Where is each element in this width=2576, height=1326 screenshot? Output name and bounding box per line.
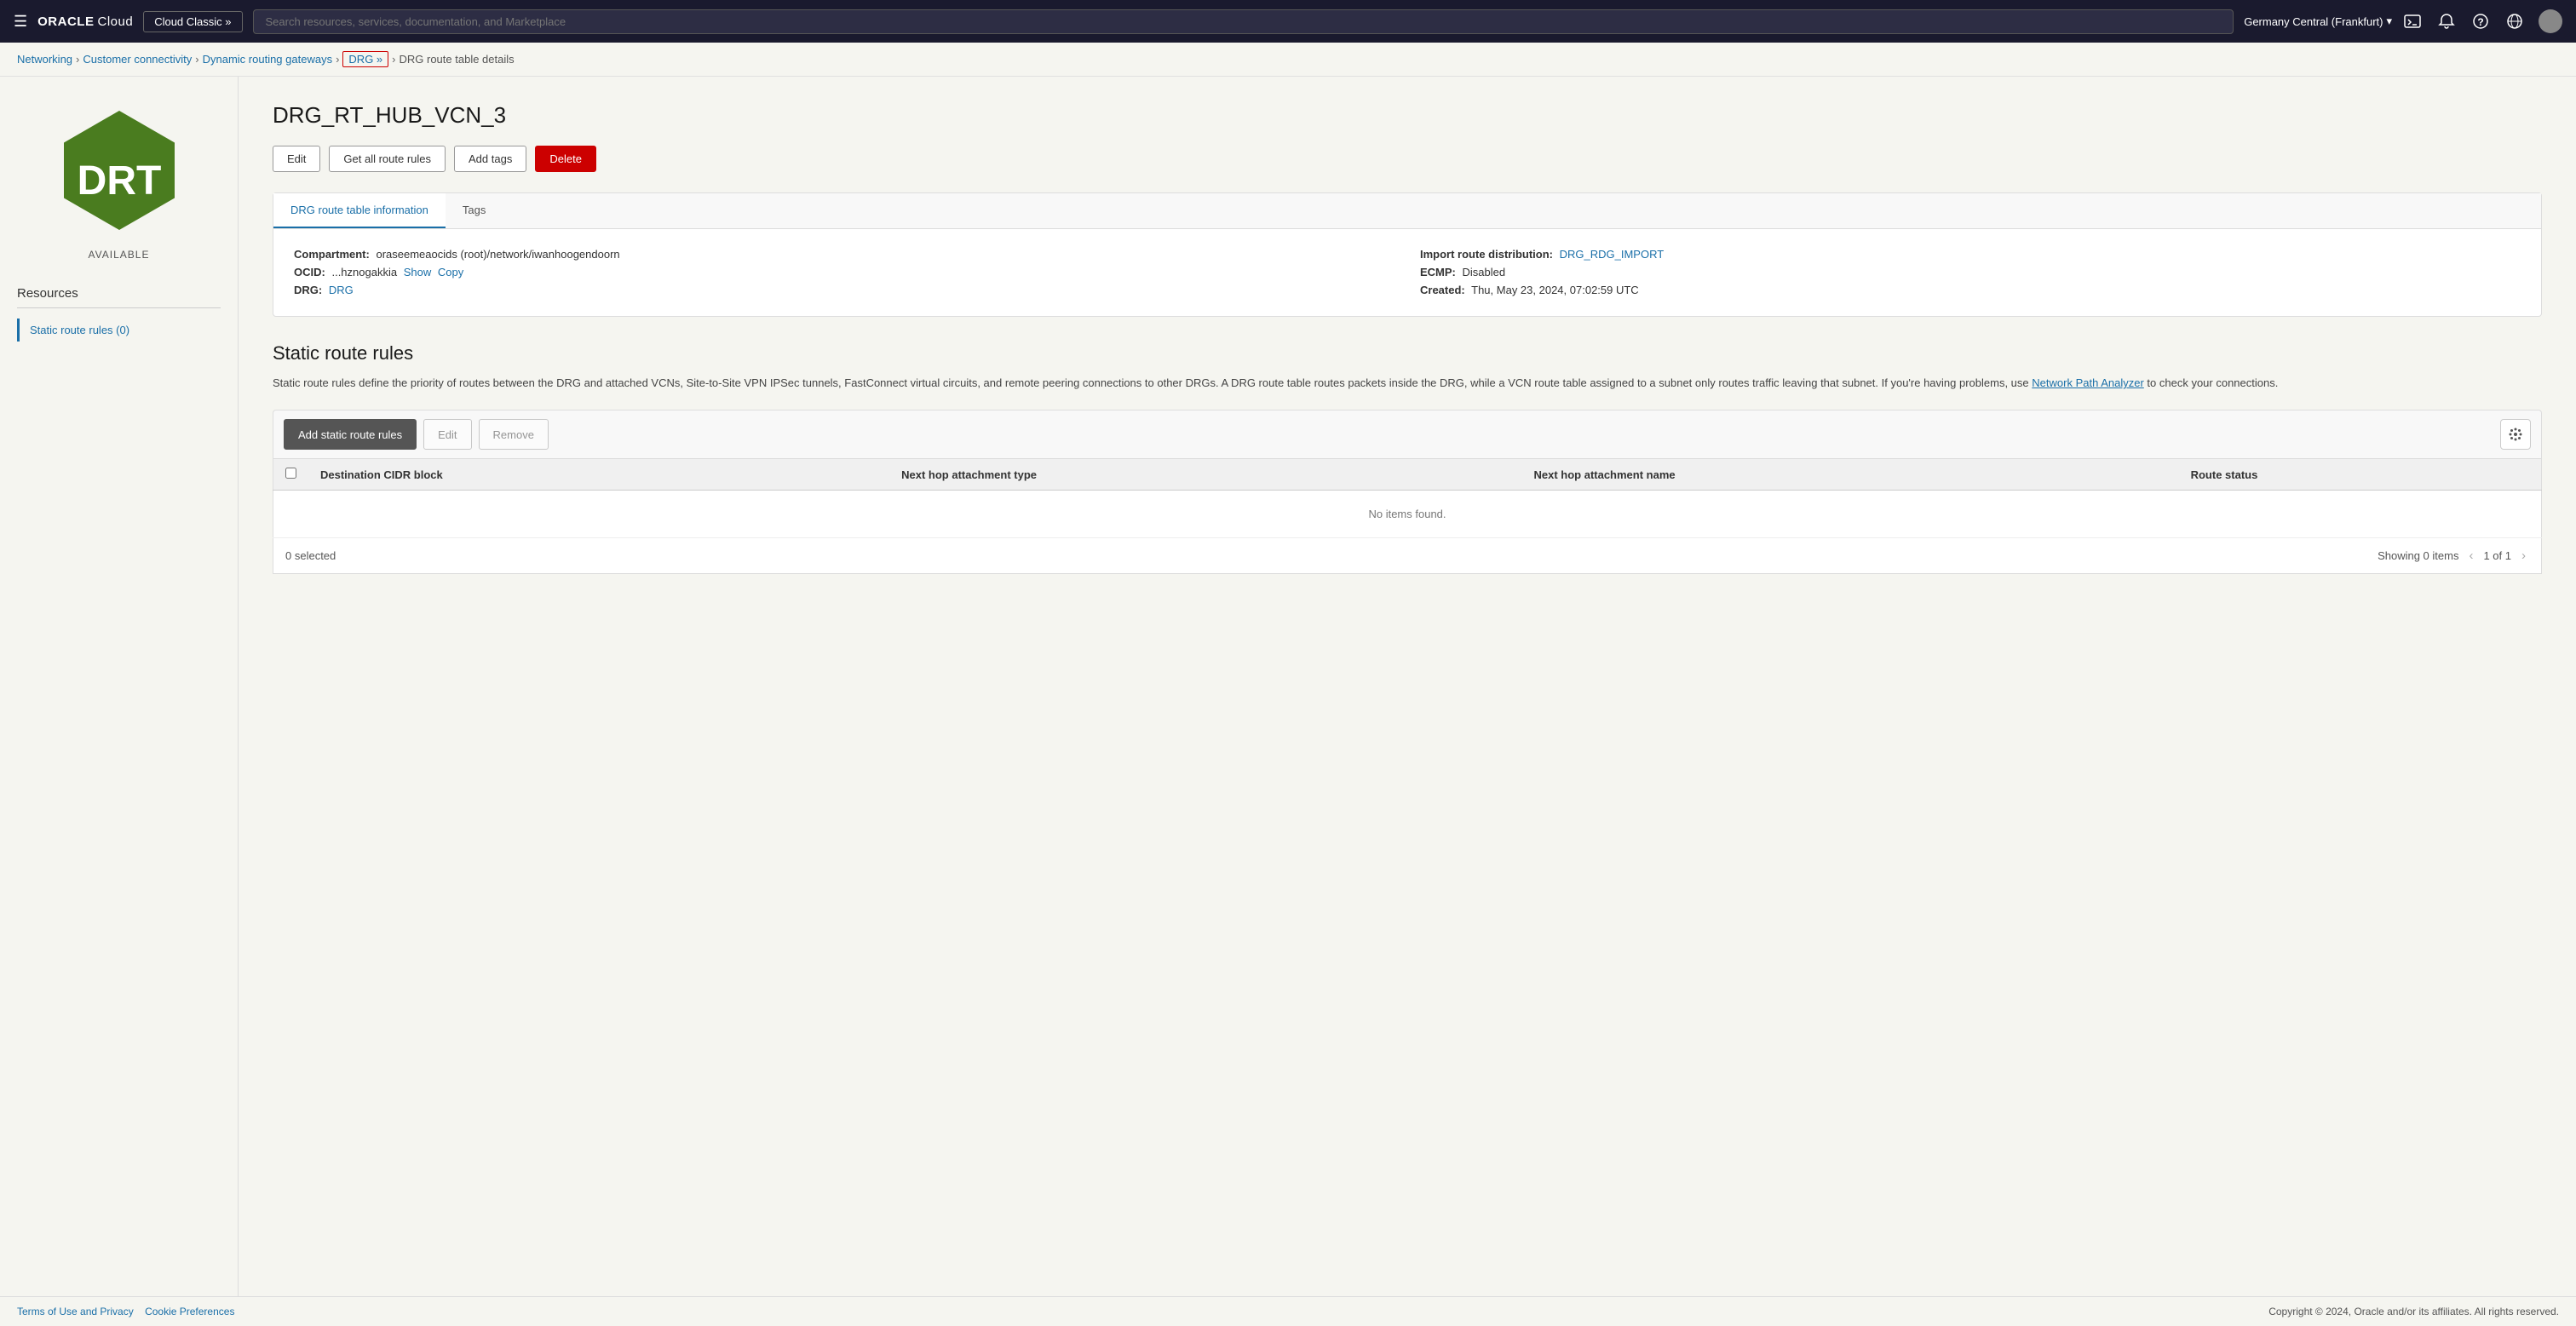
tab-tags[interactable]: Tags [446, 193, 503, 228]
user-avatar[interactable] [2539, 9, 2562, 33]
ecmp-label: ECMP: [1420, 266, 1456, 278]
table-settings-button[interactable] [2500, 419, 2531, 450]
table-footer: 0 selected Showing 0 items ‹ 1 of 1 › [273, 538, 2542, 574]
info-right: Import route distribution: DRG_RDG_IMPOR… [1420, 246, 2521, 299]
region-selector[interactable]: Germany Central (Frankfurt) ▾ [2244, 14, 2392, 28]
help-icon[interactable]: ? [2470, 11, 2491, 32]
main-content: DRT AVAILABLE Resources Static route rul… [0, 77, 2576, 1296]
next-hop-type-header: Next hop attachment type [889, 459, 1521, 491]
remove-rule-button[interactable]: Remove [479, 419, 549, 450]
cloud-classic-button[interactable]: Cloud Classic » [143, 11, 242, 32]
get-all-route-rules-button[interactable]: Get all route rules [329, 146, 446, 172]
breadcrumb-customer-connectivity[interactable]: Customer connectivity [83, 53, 192, 66]
breadcrumb-drg[interactable]: DRG » [342, 51, 388, 67]
select-all-header [273, 459, 309, 491]
drg-link[interactable]: DRG [329, 284, 354, 296]
tab-drg-route-table-info[interactable]: DRG route table information [273, 193, 446, 228]
import-route-label: Import route distribution: [1420, 248, 1553, 261]
tab-body-info: Compartment: oraseemeaocids (root)/netwo… [273, 229, 2541, 316]
created-label: Created: [1420, 284, 1465, 296]
ocid-show-link[interactable]: Show [404, 266, 432, 278]
nav-icons: ? [2402, 9, 2562, 33]
network-path-analyzer-link[interactable]: Network Path Analyzer [2032, 376, 2144, 389]
info-grid: Compartment: oraseemeaocids (root)/netwo… [294, 246, 2521, 299]
compartment-row: Compartment: oraseemeaocids (root)/netwo… [294, 246, 1394, 264]
svg-text:?: ? [2477, 16, 2483, 28]
terms-link[interactable]: Terms of Use and Privacy [17, 1306, 134, 1317]
info-left: Compartment: oraseemeaocids (root)/netwo… [294, 246, 1394, 299]
import-route-row: Import route distribution: DRG_RDG_IMPOR… [1420, 246, 2521, 264]
static-route-rules-title: Static route rules [273, 342, 2542, 365]
resources-section: Resources Static route rules (0) [17, 286, 221, 342]
sidebar-item-static-route-rules[interactable]: Static route rules (0) [17, 319, 221, 342]
destination-cidr-header: Destination CIDR block [308, 459, 889, 491]
compartment-value: oraseemeaocids (root)/network/iwanhoogen… [376, 248, 619, 261]
showing-items: Showing 0 items [2378, 549, 2458, 562]
compartment-label: Compartment: [294, 248, 370, 261]
action-bar: Edit Get all route rules Add tags Delete [273, 146, 2542, 172]
prev-page-button[interactable]: ‹ [2465, 547, 2476, 565]
ocid-row: OCID: ...hznogakkia Show Copy [294, 264, 1394, 282]
next-hop-name-header: Next hop attachment name [1521, 459, 2178, 491]
edit-button[interactable]: Edit [273, 146, 320, 172]
tab-container: DRG route table information Tags Compart… [273, 192, 2542, 317]
select-all-checkbox[interactable] [285, 468, 296, 479]
route-status-header: Route status [2179, 459, 2542, 491]
globe-icon[interactable] [2504, 11, 2525, 32]
static-route-rules-table: Destination CIDR block Next hop attachme… [273, 458, 2542, 538]
ecmp-value: Disabled [1463, 266, 1506, 278]
delete-button[interactable]: Delete [535, 146, 596, 172]
copyright-text: Copyright © 2024, Oracle and/or its affi… [2268, 1306, 2559, 1317]
left-panel: DRT AVAILABLE Resources Static route rul… [0, 77, 239, 1296]
add-tags-button[interactable]: Add tags [454, 146, 526, 172]
drg-row: DRG: DRG [294, 282, 1394, 300]
svg-text:DRT: DRT [77, 158, 161, 204]
hamburger-menu-icon[interactable]: ☰ [14, 13, 27, 31]
chevron-down-icon: ▾ [2386, 14, 2392, 28]
terminal-icon[interactable] [2402, 11, 2423, 32]
page-indicator: 1 of 1 [2483, 549, 2511, 562]
drt-icon: DRT [51, 102, 187, 238]
page-body: DRG_RT_HUB_VCN_3 Edit Get all route rule… [239, 77, 2576, 1296]
page-title: DRG_RT_HUB_VCN_3 [273, 102, 2542, 129]
import-route-link[interactable]: DRG_RDG_IMPORT [1560, 248, 1665, 261]
ecmp-row: ECMP: Disabled [1420, 264, 2521, 282]
static-route-rules-desc: Static route rules define the priority o… [273, 375, 2542, 393]
footer-links: Terms of Use and Privacy Cookie Preferen… [17, 1306, 234, 1317]
created-row: Created: Thu, May 23, 2024, 07:02:59 UTC [1420, 282, 2521, 300]
table-toolbar: Add static route rules Edit Remove [273, 410, 2542, 458]
breadcrumb-current: DRG route table details [400, 53, 515, 66]
drg-label: DRG: [294, 284, 322, 296]
tab-header: DRG route table information Tags [273, 193, 2541, 229]
created-value: Thu, May 23, 2024, 07:02:59 UTC [1471, 284, 1639, 296]
top-navigation: ☰ ORACLE Cloud Cloud Classic » Germany C… [0, 0, 2576, 43]
no-items-row: No items found. [273, 491, 2542, 538]
breadcrumb-networking[interactable]: Networking [17, 53, 72, 66]
next-page-button[interactable]: › [2518, 547, 2529, 565]
bell-icon[interactable] [2436, 11, 2457, 32]
page-footer: Terms of Use and Privacy Cookie Preferen… [0, 1296, 2576, 1326]
breadcrumb: Networking › Customer connectivity › Dyn… [0, 43, 2576, 77]
status-badge: AVAILABLE [17, 249, 221, 261]
search-input[interactable] [253, 9, 2234, 34]
edit-rule-button[interactable]: Edit [423, 419, 471, 450]
no-items-message: No items found. [273, 491, 2542, 538]
resources-divider [17, 307, 221, 308]
oracle-logo: ORACLE Cloud [37, 14, 133, 29]
ocid-value: ...hznogakkia [331, 266, 397, 278]
pagination: Showing 0 items ‹ 1 of 1 › [2378, 547, 2529, 565]
selected-count: 0 selected [285, 549, 336, 562]
breadcrumb-dynamic-routing-gateways[interactable]: Dynamic routing gateways [203, 53, 332, 66]
resources-title: Resources [17, 286, 221, 301]
cookie-preferences-link[interactable]: Cookie Preferences [145, 1306, 234, 1317]
ocid-label: OCID: [294, 266, 325, 278]
ocid-copy-link[interactable]: Copy [438, 266, 463, 278]
add-static-route-rules-button[interactable]: Add static route rules [284, 419, 417, 450]
